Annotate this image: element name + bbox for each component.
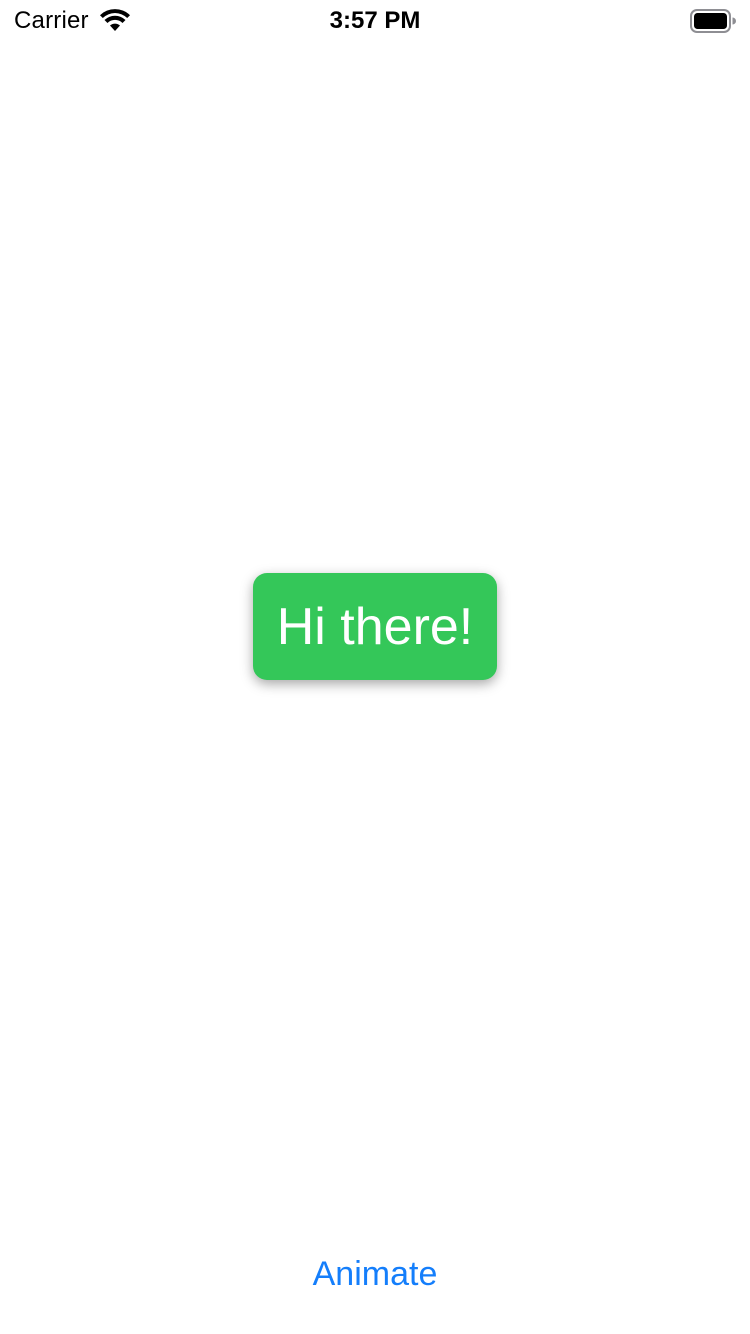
greeting-bubble: Hi there! [253, 573, 497, 680]
status-bar: Carrier 3:57 PM [0, 0, 750, 40]
greeting-text: Hi there! [276, 597, 474, 656]
status-time: 3:57 PM [329, 7, 421, 34]
animate-button[interactable]: Animate [250, 1248, 500, 1300]
battery-icon [690, 9, 736, 33]
